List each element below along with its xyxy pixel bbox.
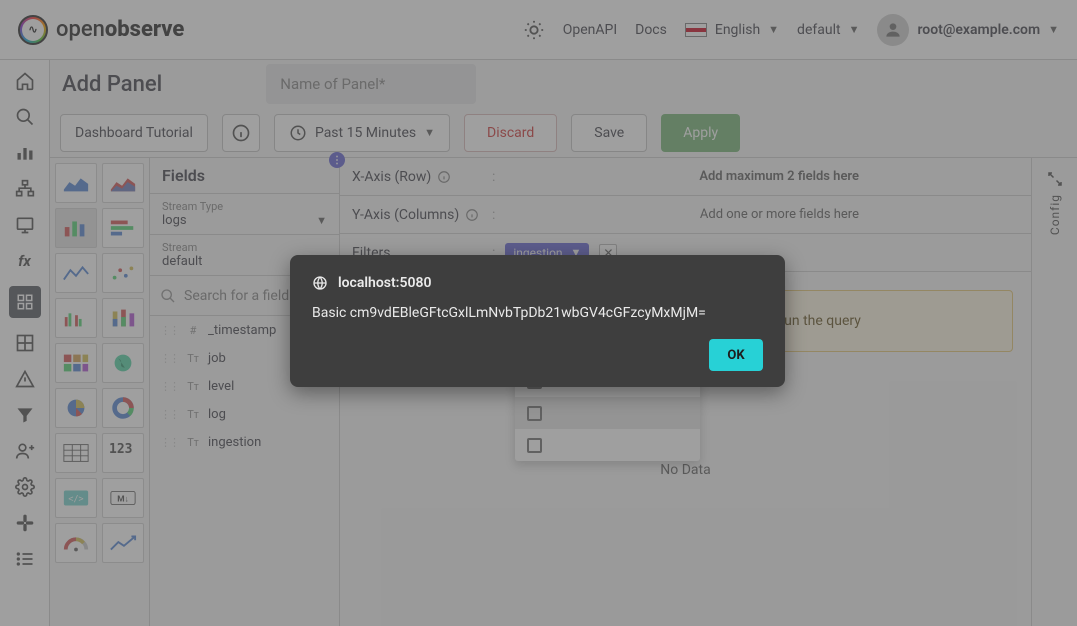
alert-message: Basic cm9vdEBleGFtcGxlLmNvbTpDb21wbGV4cG… <box>312 305 763 321</box>
nav-screen-icon[interactable] <box>14 214 36 236</box>
user-menu[interactable]: root@example.com ▼ <box>877 14 1059 46</box>
clock-icon <box>289 124 307 142</box>
drag-handle-icon[interactable]: ⋮⋮ <box>160 436 178 449</box>
drag-handle-icon[interactable]: ⋮⋮ <box>160 324 178 337</box>
x-axis-hint: Add maximum 2 fields here <box>699 169 859 184</box>
flag-icon <box>685 23 707 37</box>
drag-handle-icon[interactable]: ⋮⋮ <box>160 352 178 365</box>
browser-alert: localhost:5080 Basic cm9vdEBleGFtcGxlLmN… <box>290 255 785 387</box>
chart-type-markdown[interactable]: M↓ <box>102 478 144 518</box>
chart-type-pie[interactable] <box>55 388 97 428</box>
breadcrumb[interactable]: Dashboard Tutorial <box>60 114 208 152</box>
x-axis-row[interactable]: X-Axis (Row) : Add maximum 2 fields here <box>340 158 1031 196</box>
chart-type-line[interactable] <box>55 253 97 293</box>
y-axis-row[interactable]: Y-Axis (Columns) : Add one or more field… <box>340 196 1031 234</box>
nav-fx-icon[interactable]: fx <box>14 250 36 272</box>
svg-text:M↓: M↓ <box>117 495 129 505</box>
drag-handle-icon[interactable]: ⋮⋮ <box>160 408 178 421</box>
chart-type-code[interactable]: </> <box>55 478 97 518</box>
chart-type-number[interactable]: 123 <box>102 433 144 473</box>
dropdown-option[interactable] <box>515 429 700 461</box>
chart-type-bar-h[interactable] <box>102 208 144 248</box>
page-title: Add Panel <box>62 72 162 97</box>
nav-home-icon[interactable] <box>14 70 36 92</box>
chart-type-donut[interactable] <box>102 388 144 428</box>
nav-bars-icon[interactable] <box>14 142 36 164</box>
svg-text:</>: </> <box>68 494 83 504</box>
chart-type-area[interactable] <box>55 163 97 203</box>
nav-alert-icon[interactable] <box>14 368 36 390</box>
alert-host: localhost:5080 <box>338 275 431 291</box>
theme-toggle-icon[interactable] <box>523 19 545 41</box>
chart-type-gauge[interactable] <box>55 523 97 563</box>
config-tab[interactable]: Config <box>1031 158 1077 626</box>
fields-heading: Fields ⋮ <box>150 158 339 194</box>
chart-type-trend[interactable] <box>102 523 144 563</box>
info-icon <box>437 170 451 184</box>
timerange-select[interactable]: Past 15 Minutes ▼ <box>274 114 450 152</box>
left-nav: fx <box>0 60 50 626</box>
save-button[interactable]: Save <box>571 114 647 152</box>
chart-type-table[interactable] <box>55 433 97 473</box>
stream-type-select[interactable]: Stream Type logs▼ <box>150 194 339 235</box>
dropdown-option[interactable] <box>515 397 700 429</box>
checkbox-icon[interactable] <box>527 438 542 453</box>
chevron-down-icon: ▼ <box>424 126 435 139</box>
nav-settings-icon[interactable] <box>14 476 36 498</box>
chevron-down-icon: ▼ <box>768 23 779 36</box>
nav-tree-icon[interactable] <box>14 178 36 200</box>
info-icon <box>465 208 479 222</box>
drag-handle-icon[interactable]: ⋮⋮ <box>160 380 178 393</box>
openapi-link[interactable]: OpenAPI <box>563 22 617 38</box>
panel-name-input[interactable]: Name of Panel* <box>266 64 476 104</box>
nav-filter-icon[interactable] <box>14 404 36 426</box>
chevron-down-icon: ▼ <box>316 214 327 227</box>
chart-type-geo[interactable] <box>102 343 144 383</box>
chevron-down-icon: ▼ <box>849 23 860 36</box>
nav-search-icon[interactable] <box>14 106 36 128</box>
search-icon <box>160 288 176 304</box>
apply-button[interactable]: Apply <box>661 114 740 152</box>
field-ingestion[interactable]: ⋮⋮Tᴛingestion <box>150 428 339 456</box>
chart-type-bar-v[interactable] <box>55 208 97 248</box>
fields-badge: ⋮ <box>329 152 345 168</box>
chart-type-grid: 123 </> M↓ <box>50 158 150 626</box>
chart-type-bar-grouped[interactable] <box>55 298 97 338</box>
nav-slack-icon[interactable] <box>14 512 36 534</box>
no-data-label: No Data <box>340 462 1031 478</box>
chart-type-scatter[interactable] <box>102 253 144 293</box>
chart-type-area-stacked[interactable] <box>102 163 144 203</box>
logo[interactable]: ∿ openobserve <box>18 15 184 45</box>
expand-icon <box>1046 170 1064 188</box>
discard-button[interactable]: Discard <box>464 114 557 152</box>
alert-ok-button[interactable]: OK <box>709 339 763 371</box>
org-select[interactable]: default ▼ <box>797 22 859 38</box>
nav-list-icon[interactable] <box>14 548 36 570</box>
checkbox-icon[interactable] <box>527 406 542 421</box>
globe-icon <box>312 275 328 291</box>
docs-link[interactable]: Docs <box>635 22 667 38</box>
field-log[interactable]: ⋮⋮Tᴛlog <box>150 400 339 428</box>
avatar <box>877 14 909 46</box>
info-icon[interactable] <box>222 114 260 152</box>
chart-type-bar-stacked-color[interactable] <box>102 298 144 338</box>
chevron-down-icon: ▼ <box>1048 23 1059 36</box>
nav-user-icon[interactable] <box>14 440 36 462</box>
nav-grid-icon[interactable] <box>14 332 36 354</box>
y-axis-hint: Add one or more fields here <box>700 207 859 222</box>
language-select[interactable]: English ▼ <box>685 22 779 38</box>
nav-dashboard-icon[interactable] <box>9 286 41 318</box>
chart-type-heatmap[interactable] <box>55 343 97 383</box>
